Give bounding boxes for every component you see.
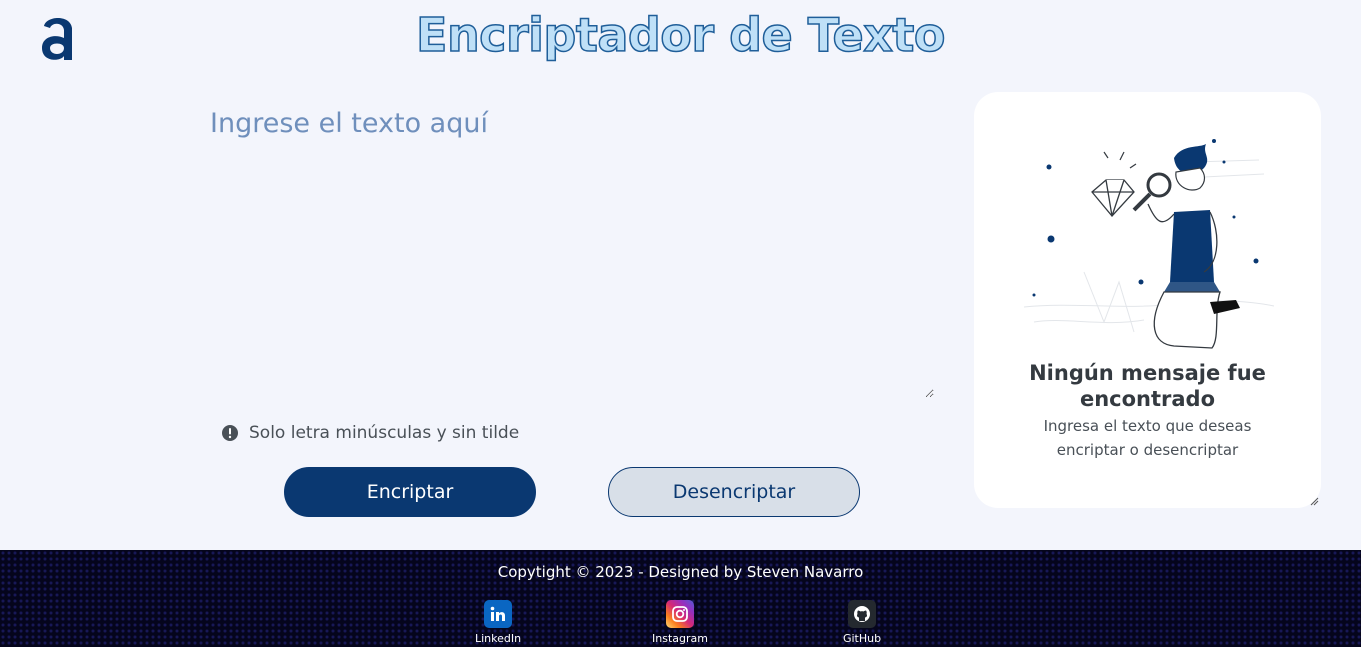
result-subtitle: Ingresa el texto que deseas encriptar o …: [1043, 417, 1252, 459]
github-label: GitHub: [842, 632, 882, 645]
exclamation-circle-icon: [222, 425, 238, 441]
copyright-text: Copytight © 2023 - Designed by Steven Na…: [497, 563, 864, 581]
instagram-label: Instagram: [652, 632, 708, 645]
resize-grip-icon[interactable]: [1309, 496, 1319, 506]
encrypt-button[interactable]: Encriptar: [284, 467, 536, 517]
github-link[interactable]: GitHub: [822, 600, 902, 645]
page-title: Encriptador de Texto: [415, 7, 946, 63]
person-with-magnifier-illustration: [1024, 139, 1274, 349]
decrypt-button[interactable]: Desencriptar: [608, 467, 860, 517]
linkedin-icon: [484, 600, 512, 628]
text-input[interactable]: [210, 108, 934, 398]
linkedin-label: LinkedIn: [474, 632, 522, 645]
notice: Solo letra minúsculas y sin tilde: [221, 423, 519, 443]
linkedin-link[interactable]: LinkedIn: [458, 600, 538, 645]
result-panel: Ningún mensaje fue encontrado Ingresa el…: [974, 92, 1321, 508]
github-icon: [848, 600, 876, 628]
result-title: Ningún mensaje fue encontrado: [1029, 361, 1266, 411]
notice-text: Solo letra minúsculas y sin tilde: [249, 423, 520, 443]
instagram-link[interactable]: Instagram: [640, 600, 720, 645]
footer: Copytight © 2023 - Designed by Steven Na…: [0, 550, 1361, 647]
instagram-icon: [666, 600, 694, 628]
